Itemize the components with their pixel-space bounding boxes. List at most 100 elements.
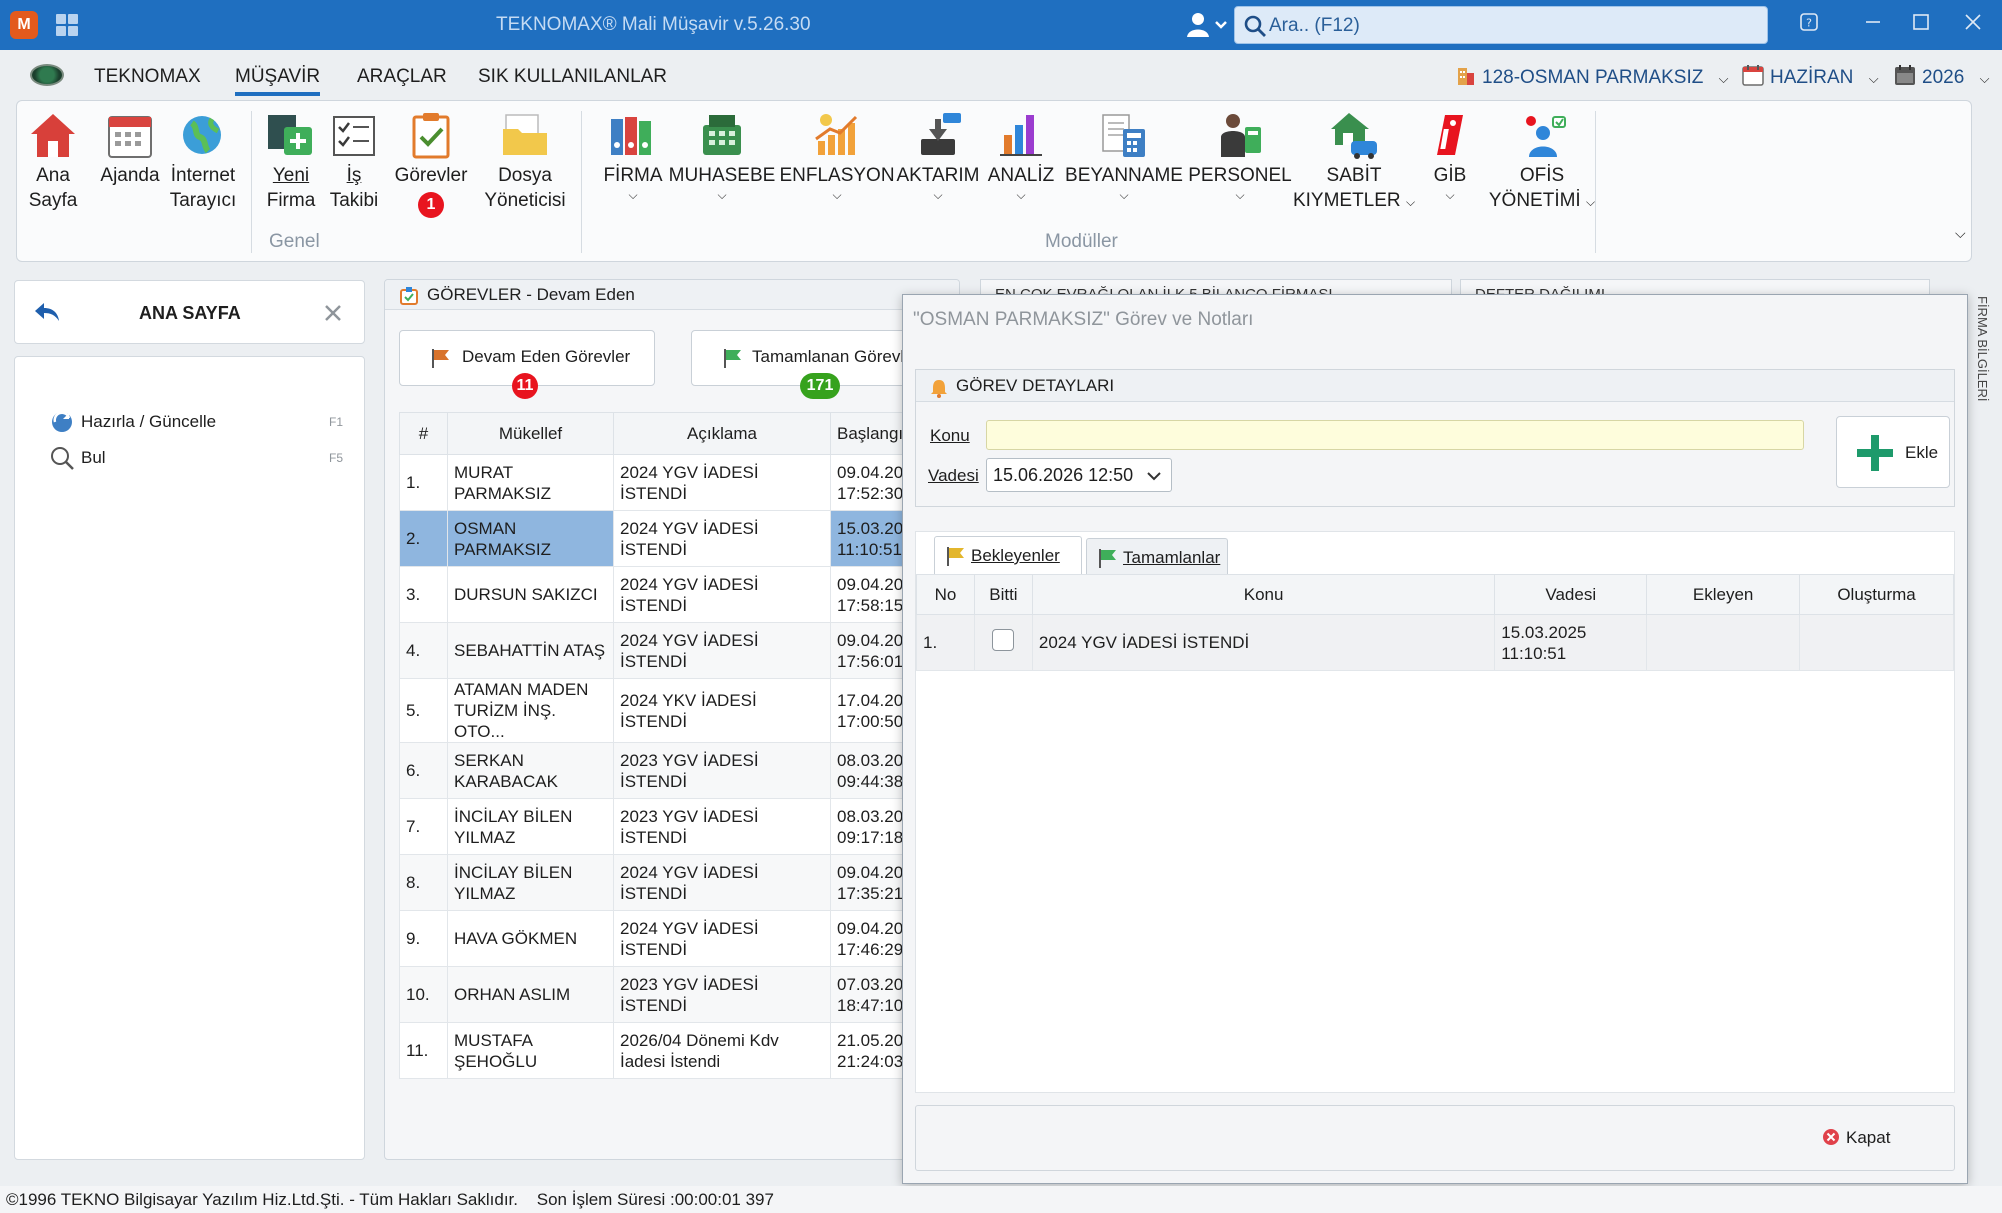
building-icon [1458,68,1474,85]
task-mukellef: DURSUN SAKIZCI [447,566,614,623]
left-panel-body: Hazırla / Güncelle F1 Bul F5 [14,356,365,1160]
tasks-panel-icon [400,287,418,305]
col-header-vadesi[interactable]: Vadesi [1494,574,1648,615]
konu-input[interactable] [986,420,1804,450]
completed-count-badge: 171 [800,373,840,399]
year-selector[interactable]: 2026 ⌵ [1894,64,1989,89]
back-arrow-icon[interactable] [33,301,61,323]
table-row[interactable]: 9. HAVA GÖKMEN 2024 YGV İADESİ İSTENDİ 09.0… [399,910,951,967]
user-menu-icon[interactable] [1186,11,1230,39]
menu-teknomax[interactable]: TEKNOMAX [94,66,201,88]
nav-item-label: Hazırla / Güncelle [81,412,217,431]
col-header-konu[interactable]: Konu [1031,574,1496,615]
col-header-olusturma[interactable]: Oluşturma [1799,574,1954,615]
ribbon: Ana Sayfa Ajanda İnternet Tarayıcı Yeni Fir… [16,100,1972,262]
table-row[interactable]: 4. SEBAHATTİN ATAŞ 2024 YGV İADESİ İSTENDİ… [399,622,951,679]
tab-ongoing-tasks[interactable]: Devam Eden Görevler 11 [399,330,655,399]
chevron-down-icon [1147,472,1161,481]
app-logo-icon[interactable]: M [10,11,38,39]
table-row[interactable]: 7. İNCİLAY BİLEN YILMAZ 2023 YGV İADESİ İS… [399,798,951,855]
company-selector[interactable]: 128-OSMAN PARMAKSIZ ⌵ [1456,64,1729,89]
task-aciklama: 2024 YGV İADESİ İSTENDİ [613,510,831,567]
add-note-button[interactable]: Ekle [1836,416,1950,488]
apps-grid-icon[interactable] [56,14,78,36]
chevron-down-icon: ⌵ [1868,71,1879,86]
task-aciklama: 2024 YGV İADESİ İSTENDİ [613,622,831,679]
menu-musavir[interactable]: MÜŞAVİR [235,66,321,96]
table-row[interactable]: 6. SERKAN KARABACAK 2023 YGV İADESİ İSTEND… [399,742,951,799]
flag-orange-icon [432,349,449,368]
note-ekleyen [1646,614,1801,671]
close-window-button[interactable] [1958,10,1988,40]
shortcut-label: F5 [329,451,344,465]
note-done-checkbox[interactable] [973,614,1033,671]
ribbon-sabit-kiymetler-button[interactable]: SABİT KIYMETLER ⌵ [1279,111,1429,215]
ribbon-ajanda-button[interactable]: Ajanda [95,111,165,188]
search-icon [51,447,74,470]
close-icon[interactable] [323,303,343,323]
task-aciklama: 2024 YGV İADESİ İSTENDİ [613,566,831,623]
ribbon-is-takibi-button[interactable]: İş Takibi [329,111,379,213]
plus-icon [1857,435,1893,471]
task-no: 9. [399,910,448,967]
year-value: 2026 [1922,67,1965,88]
ribbon-home-button[interactable]: Ana Sayfa [25,111,81,213]
table-row[interactable]: 10. ORHAN ASLIM 2023 YGV İADESİ İSTENDİ 07.… [399,966,951,1023]
minimize-button[interactable] [1858,10,1888,40]
col-header-ekleyen[interactable]: Ekleyen [1646,574,1801,615]
ribbon-new-company-button[interactable]: Yeni Firma [261,111,321,213]
col-header-mukellef[interactable]: Mükellef [447,412,614,455]
task-no: 4. [399,622,448,679]
help-icon[interactable]: ? [1794,10,1824,40]
col-header-no[interactable]: # [399,412,448,455]
house-car-icon [1329,111,1379,159]
close-dialog-button[interactable]: Kapat [1822,1128,1890,1148]
ribbon-file-manager-button[interactable]: Dosya Yöneticisi [475,111,575,213]
firma-bilgileri-strip[interactable]: FİRMA BİLGİLERİ [1968,296,1990,466]
task-no: 6. [399,742,448,799]
table-row[interactable]: 5. ATAMAN MADEN TURİZM İNŞ. OTO... 2024 YK… [399,678,951,743]
month-selector[interactable]: HAZİRAN ⌵ [1742,64,1879,89]
task-aciklama: 2024 YGV İADESİ İSTENDİ [613,854,831,911]
search-icon [1244,15,1266,37]
table-row[interactable]: 3. DURSUN SAKIZCI 2024 YGV İADESİ İSTENDİ 0… [399,566,951,623]
vadesi-datetime-picker[interactable]: 15.06.2026 12:50 [986,458,1172,492]
task-mukellef: HAVA GÖKMEN [447,910,614,967]
flag-green-icon [1099,549,1116,568]
nav-bul[interactable]: Bul F5 [49,445,349,471]
tab-bekleyenler[interactable]: Bekleyenler [934,536,1082,574]
col-header-no[interactable]: No [916,574,975,615]
table-row[interactable]: 11. MUSTAFA ŞEHOĞLU 2026/04 Dönemi Kdv İad… [399,1022,951,1079]
maximize-button[interactable] [1906,10,1936,40]
flag-green-icon [724,349,741,368]
global-search-input[interactable]: Ara.. (F12) [1234,6,1768,44]
nav-hazirla-guncelle[interactable]: Hazırla / Güncelle F1 [49,409,349,435]
inflation-chart-icon [812,111,862,159]
calculator-doc-icon [1099,111,1149,159]
month-value: HAZİRAN [1770,67,1854,88]
ribbon-collapse-icon[interactable]: ⌵ [1955,225,1966,242]
col-header-aciklama[interactable]: Açıklama [613,412,831,455]
note-olusturma [1799,614,1954,671]
tab-tamamlanlar[interactable]: Tamamlanlar [1086,538,1228,574]
checklist-icon [329,111,379,159]
task-no: 11. [399,1022,448,1079]
table-row[interactable]: 1. 2024 YGV İADESİ İSTENDİ 15.03.2025 11:… [916,614,1954,671]
tasks-panel-title: GÖREVLER - Devam Eden [385,280,959,310]
chevron-down-icon: ⌵ [1405,195,1416,209]
task-mukellef: ATAMAN MADEN TURİZM İNŞ. OTO... [447,678,614,743]
table-row[interactable]: 2. OSMAN PARMAKSIZ 2024 YGV İADESİ İSTENDİ… [399,510,951,567]
notes-table: No Bitti Konu Vadesi Ekleyen Oluşturma 1… [916,574,1954,671]
col-header-bitti[interactable]: Bitti [973,574,1033,615]
task-mukellef: MURAT PARMAKSIZ [447,454,614,511]
ribbon-group-moduller: Modüller [1045,231,1118,252]
table-row[interactable]: 8. İNCİLAY BİLEN YILMAZ 2024 YGV İADESİ İS… [399,854,951,911]
task-aciklama: 2024 YGV İADESİ İSTENDİ [613,910,831,967]
menu-sik-kullanilanlar[interactable]: SIK KULLANILANLAR [478,66,667,88]
menu-araclar[interactable]: ARAÇLAR [357,66,447,88]
table-row[interactable]: 1. MURAT PARMAKSIZ 2024 YGV İADESİ İSTENDİ… [399,454,951,511]
ribbon-internet-button[interactable]: İnternet Tarayıcı [167,111,239,213]
new-company-icon [266,111,316,159]
ribbon-gorevler-button[interactable]: Görevler 1 [391,111,471,218]
gorevler-badge: 1 [418,192,444,218]
